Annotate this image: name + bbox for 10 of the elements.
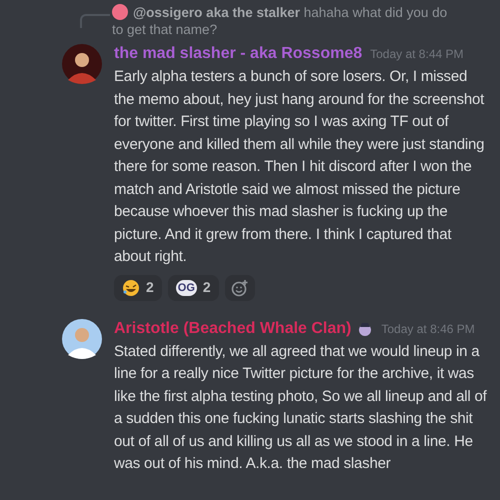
author-name[interactable]: the mad slasher - aka Rossome8 xyxy=(114,42,362,66)
reaction-button[interactable]: OG 2 xyxy=(168,274,219,300)
reaction-button[interactable]: 2 xyxy=(114,274,162,300)
message-text: Stated differently, we all agreed that we would lineup in a line for a really nice Twitter picture for the archive, it was like the first alpha testing photo, So we all lineup and all of a sudden this one fucking lunatic starts slashing the shit out of all of us and killing us all as we stood in a line. He was out of his mind. A.k.a. the mad slasher xyxy=(114,342,488,474)
emoji-label: OG xyxy=(176,280,197,296)
message-text: Early alpha testers a bunch of sore losers. Or, I missed the memo about, hey just hang around for the screenshot for twitter. First time playing so I was axing TF out of everyone and killed them all while they were just standing there for some reason. Then I hit discord after I won the match and Aristotle said we almost missed the picture because whoever this mad slasher is fucking up the picture. And it grew from there. I think I captured that about right. xyxy=(114,67,486,267)
author-name[interactable]: Aristotle (Beached Whale Clan) xyxy=(114,316,352,340)
timestamp: Today at 8:46 PM xyxy=(381,320,475,338)
reply-preview[interactable]: @ossigero aka the stalker hahaha what did you do to get that name? xyxy=(112,4,460,38)
timestamp: Today at 8:44 PM xyxy=(370,46,464,63)
